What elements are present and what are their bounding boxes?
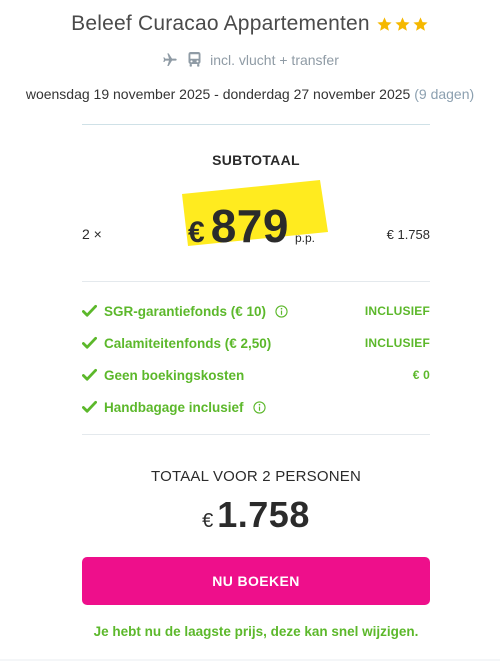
book-now-button[interactable]: NU BOEKEN <box>82 557 430 605</box>
feature-label: Handbagage inclusief <box>104 399 244 415</box>
currency-symbol: € <box>202 510 214 532</box>
star-icon <box>377 16 392 31</box>
feature-label: Geen boekingskosten <box>104 367 245 383</box>
lowest-price-note: Je hebt nu de laagste prijs, deze kan sn… <box>93 624 419 639</box>
total-amount: 1.758 <box>217 494 310 535</box>
divider <box>82 124 430 125</box>
currency-symbol: € <box>188 216 205 249</box>
feature-row: Calamiteitenfonds (€ 2,50) INCLUSIEF <box>82 331 430 355</box>
accommodation-title: Beleef Curacao Appartementen <box>71 12 370 35</box>
trip-duration: (9 dagen) <box>414 86 475 102</box>
check-icon <box>82 368 97 381</box>
star-icon <box>413 16 428 31</box>
transport-info: incl. vlucht + transfer <box>0 51 500 68</box>
line-total: € 1.758 <box>386 227 430 242</box>
info-icon[interactable] <box>275 304 288 318</box>
check-icon <box>82 400 97 413</box>
header: Beleef Curacao Appartementen incl. vluch… <box>0 0 500 102</box>
star-rating <box>376 16 429 33</box>
price-amount: 879 <box>210 200 289 252</box>
quantity: 2 × <box>82 226 102 242</box>
feature-value: € 0 <box>412 368 430 382</box>
info-icon[interactable] <box>252 400 266 414</box>
star-icon <box>395 16 410 31</box>
divider <box>82 281 430 282</box>
feature-value: INCLUSIEF <box>364 336 430 350</box>
feature-value: INCLUSIEF <box>364 304 430 318</box>
check-icon <box>82 336 97 349</box>
feature-row: SGR-garantiefonds (€ 10) INCLUSIEF <box>82 299 430 323</box>
price-per-person: € 879 p.p. <box>188 199 315 253</box>
date-range: woensdag 19 november 2025 - donderdag 27… <box>25 86 411 102</box>
total-price: € 1.758 <box>82 494 430 536</box>
feature-row: Geen boekingskosten € 0 <box>82 363 430 387</box>
plane-icon <box>163 52 177 66</box>
divider <box>82 434 430 435</box>
price-summary: SUBTOTAAL 2 × € 879 p.p. € 1.758 SGR-gar… <box>82 124 430 639</box>
title-row: Beleef Curacao Appartementen <box>0 12 500 36</box>
feature-row: Handbagage inclusief <box>82 395 430 419</box>
included-features: SGR-garantiefonds (€ 10) INCLUSIEF Calam… <box>82 281 430 452</box>
travel-dates: woensdag 19 november 2025 - donderdag 27… <box>0 86 500 102</box>
feature-label: Calamiteitenfonds (€ 2,50) <box>104 335 272 351</box>
feature-label: SGR-garantiefonds (€ 10) <box>104 303 267 319</box>
per-person-label: p.p. <box>294 231 315 245</box>
check-icon <box>82 304 97 317</box>
total-label: TOTAAL VOOR 2 PERSONEN <box>150 468 361 485</box>
subtotal-label: SUBTOTAAL <box>212 152 300 168</box>
transport-text: incl. vlucht + transfer <box>210 51 339 68</box>
bus-icon <box>188 52 201 67</box>
